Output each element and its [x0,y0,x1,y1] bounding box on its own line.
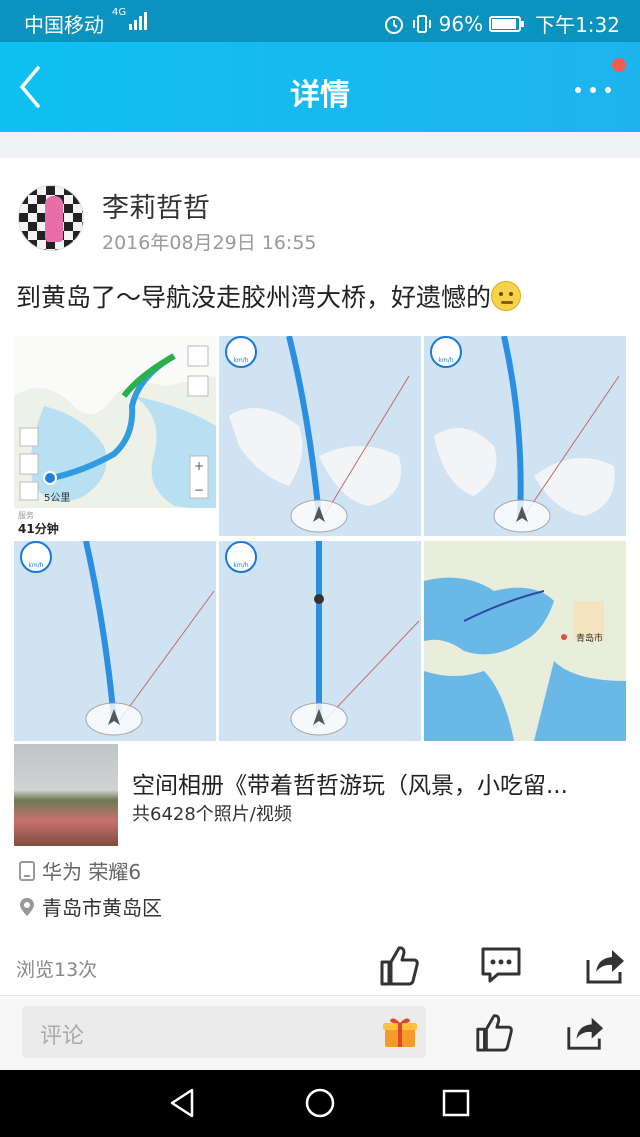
photo-navigation-4[interactable]: km/h [219,541,421,741]
share-icon[interactable] [584,944,626,986]
avatar-figure [45,196,63,242]
photo-navigation-3[interactable]: km/h [14,541,216,741]
signal-icon [129,12,147,30]
photo-route-map[interactable]: + − 5公里 服务 41分钟 [14,336,216,536]
system-navigation-bar [0,1070,640,1137]
speed-badge: km/h [28,562,43,569]
network-type: 4G [112,7,127,18]
share-icon[interactable] [565,1012,605,1052]
city-label: 青岛市 [576,632,603,644]
system-recent-apps-icon[interactable] [441,1087,471,1119]
photo-grid: + − 5公里 服务 41分钟 km/h km/h km/h km/h 青岛市 [14,336,626,741]
title-bar: 详情 [0,42,640,132]
photo-navigation-2[interactable]: km/h [424,336,626,536]
carrier-label: 中国移动 [24,13,104,37]
photo-city-map[interactable]: 青岛市 [424,541,626,741]
album-title: 空间相册《带着哲哲游玩（风景，小吃留... [132,773,568,799]
avatar[interactable] [18,185,84,251]
device-info: 华为 荣耀6 [18,856,141,885]
album-count: 共6428个照片/视频 [132,804,292,825]
speed-badge: km/h [233,562,248,569]
comment-icon[interactable] [480,944,522,986]
comment-bar: 评论 [0,996,640,1070]
alarm-icon [384,15,403,34]
speed-badge: km/h [233,357,248,364]
vibrate-icon [412,14,431,33]
system-home-icon[interactable] [304,1087,336,1119]
map-scale-label: 5公里 [44,492,70,504]
location-label: 青岛市黄岛区 [42,896,162,920]
worried-face-icon [491,281,522,311]
photo-navigation-1[interactable]: km/h [219,336,421,536]
view-count: 浏览13次 [16,959,98,981]
eta-label: 41分钟 [18,521,59,536]
map-corner-label: 服务 [18,510,34,520]
page-title: 详情 [290,78,350,113]
phone-icon [19,860,35,881]
comment-input[interactable]: 评论 [22,1006,426,1058]
svg-text:−: − [194,483,204,497]
like-icon[interactable] [474,1012,514,1052]
battery-icon [489,15,525,32]
post-text: 到黄岛了～导航没走胶州湾大桥，好遗憾的 [16,278,522,314]
location-pin-icon [20,897,34,916]
svg-text:+: + [194,459,204,473]
post-text-content: 到黄岛了～导航没走胶州湾大桥，好遗憾的 [16,283,492,312]
battery-percent: 96% [438,11,484,36]
status-right: 96% 下午1:32 [383,9,620,38]
author-name[interactable]: 李莉哲哲 [102,186,210,225]
location-info[interactable]: 青岛市黄岛区 [18,892,162,921]
section-divider [0,132,640,158]
clock: 下午1:32 [535,13,620,37]
gift-icon[interactable] [382,1015,418,1049]
system-back-icon[interactable] [168,1087,198,1119]
device-label: 华为 荣耀6 [42,860,142,884]
album-thumbnail [14,744,118,846]
status-bar: 中国移动 4G 96% 下午1:32 [0,0,640,42]
notification-dot [612,58,626,72]
more-dots-icon[interactable] [572,68,614,108]
comment-placeholder: 评论 [40,1024,85,1049]
album-card[interactable]: 空间相册《带着哲哲游玩（风景，小吃留... 共6428个照片/视频 [14,744,626,846]
like-icon[interactable] [378,944,420,986]
speed-badge: km/h [438,357,453,364]
post-date: 2016年08月29日 16:55 [102,232,317,254]
